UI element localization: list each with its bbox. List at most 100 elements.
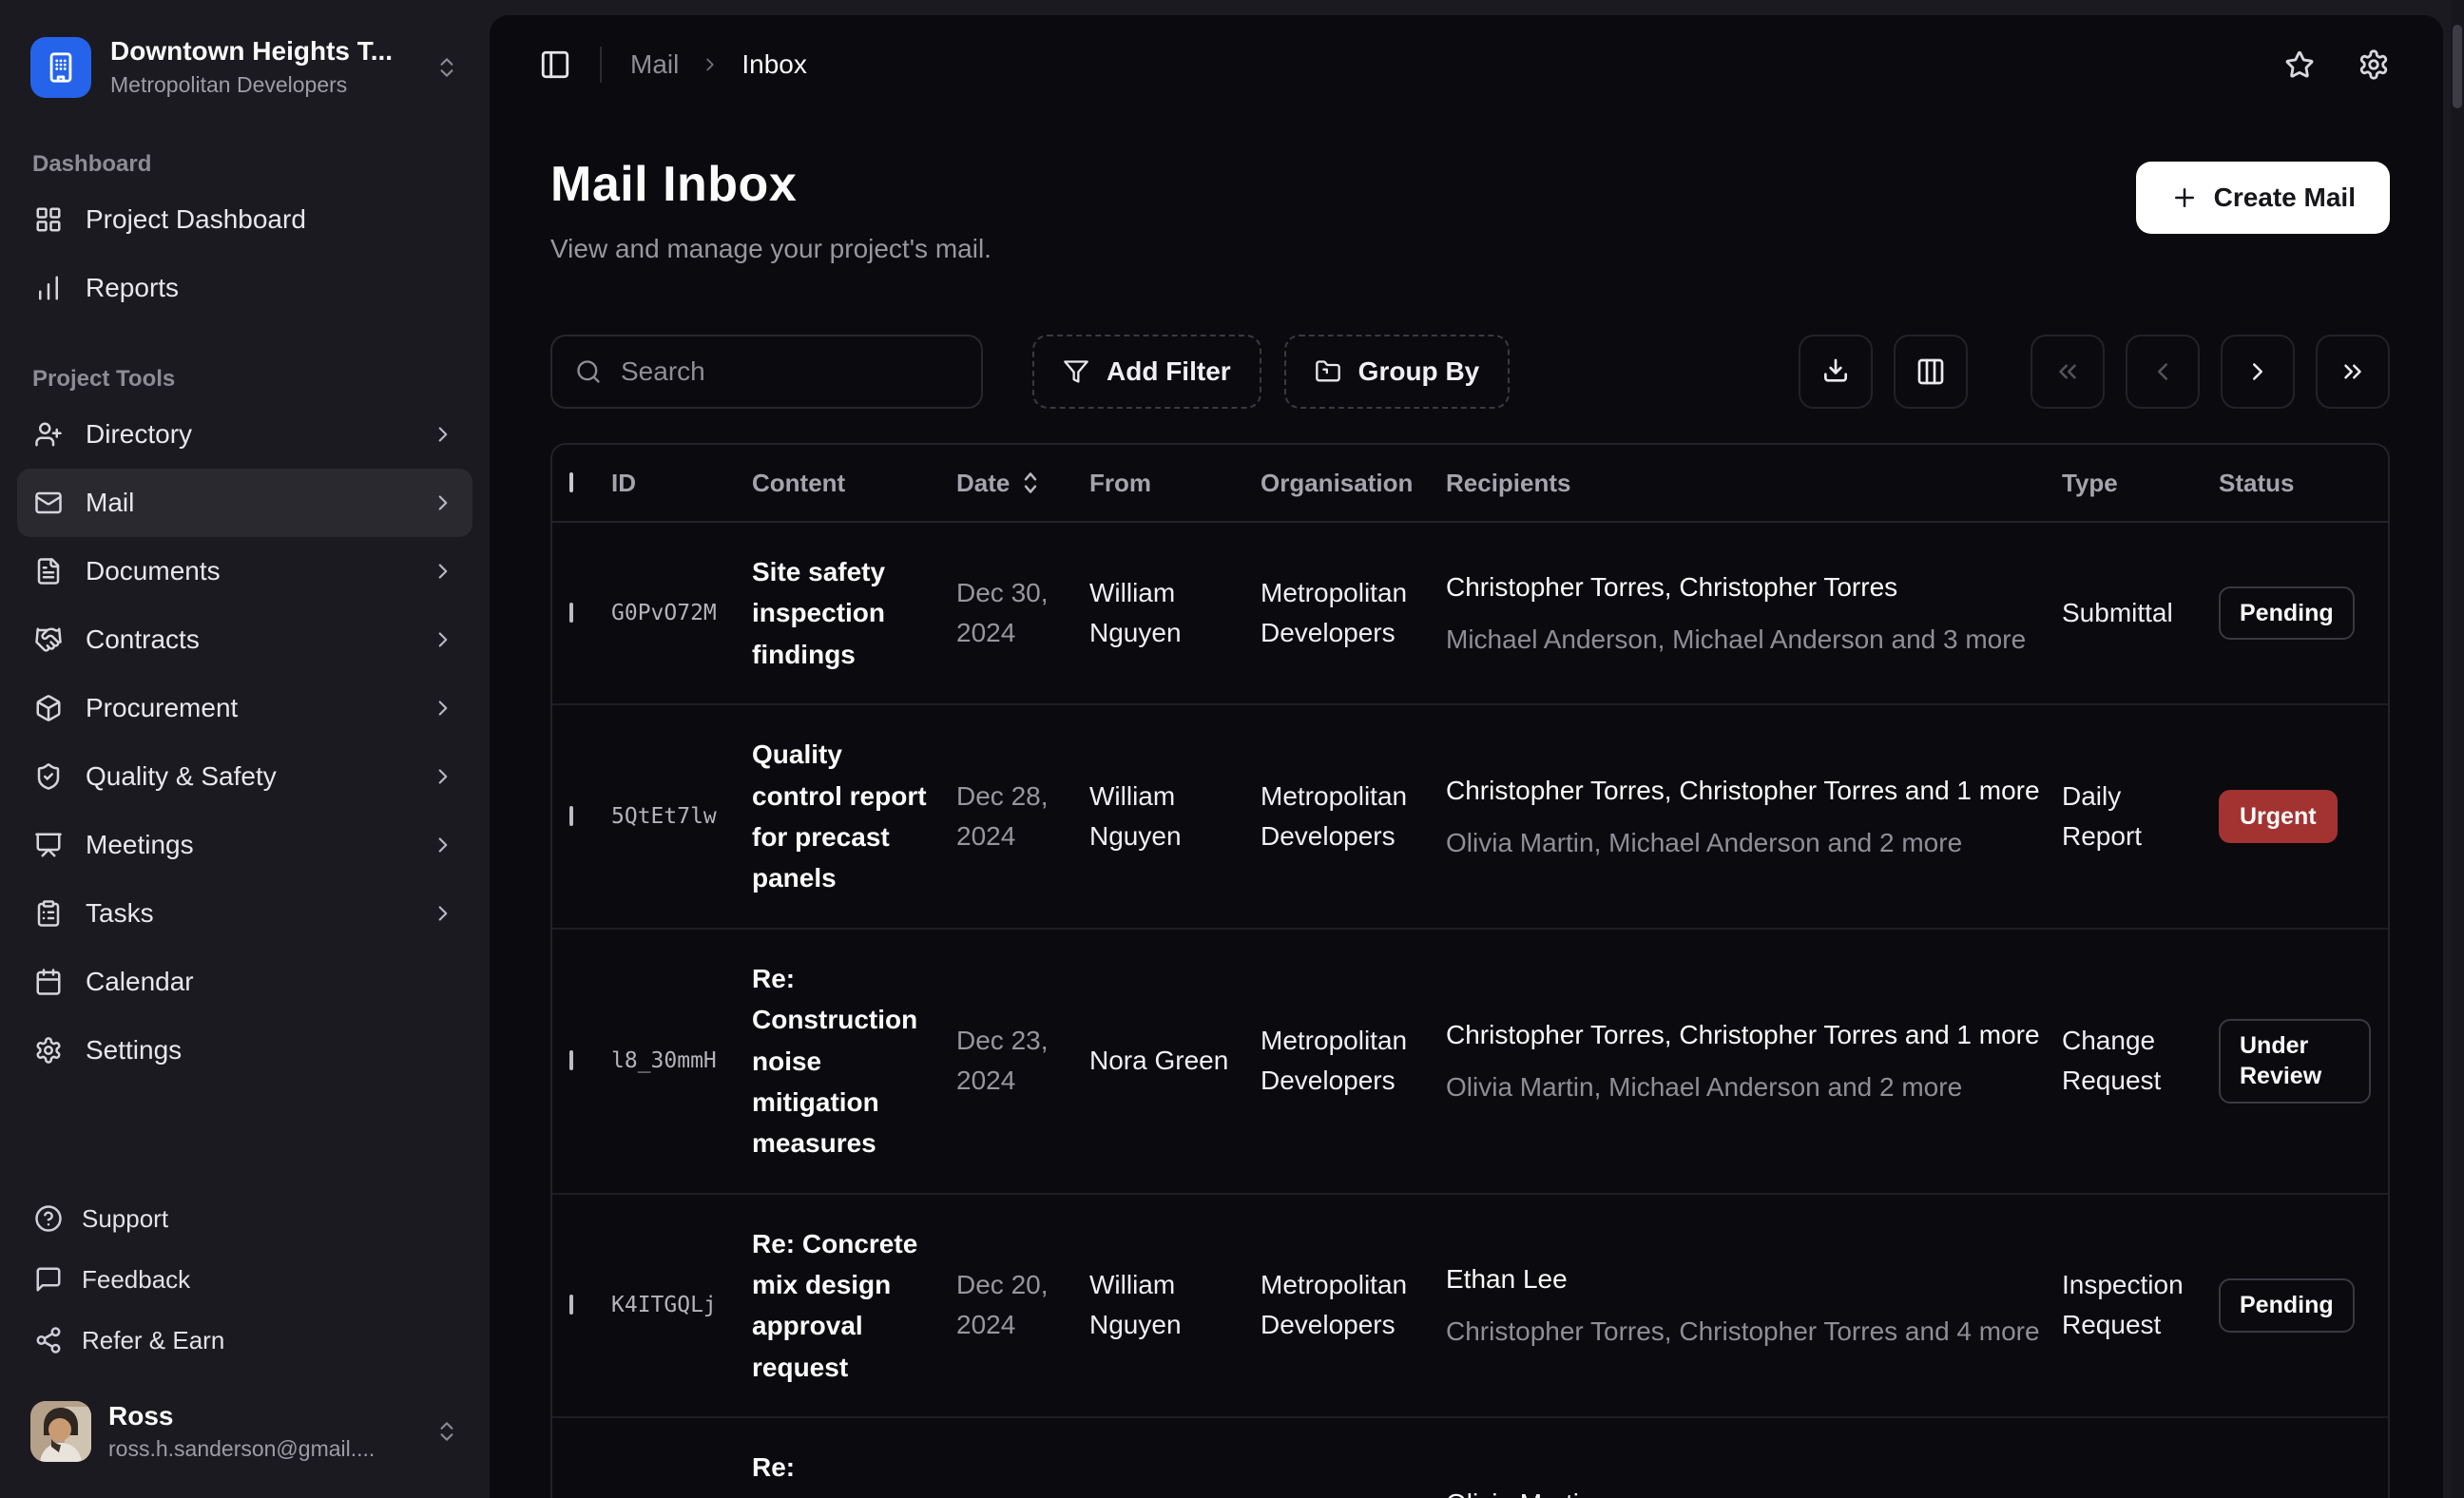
- chevron-right-icon: [431, 627, 455, 652]
- column-header-status[interactable]: Status: [2219, 469, 2388, 498]
- mail-content[interactable]: Re: Construction noise mitigation measur…: [752, 958, 956, 1164]
- sidebar-item-meetings[interactable]: Meetings: [17, 811, 472, 879]
- clipboard-list-icon: [34, 898, 65, 929]
- dashboard-grid-icon: [34, 204, 65, 235]
- user-menu[interactable]: Ross ross.h.sanderson@gmail....: [17, 1388, 472, 1475]
- next-page-button[interactable]: [2221, 335, 2295, 409]
- mail-content[interactable]: Quality control report for precast panel…: [752, 734, 956, 899]
- sidebar-item-documents[interactable]: Documents: [17, 537, 472, 605]
- column-header-type[interactable]: Type: [2062, 469, 2219, 498]
- row-checkbox[interactable]: [569, 603, 573, 623]
- first-page-button[interactable]: [2031, 335, 2105, 409]
- table-row[interactable]: K4ITGQLj Re: Concrete mix design approva…: [552, 1195, 2388, 1419]
- sidebar-item-refer-earn[interactable]: Refer & Earn: [17, 1310, 472, 1371]
- main-panel: Mail Inbox Mail Inbox View and manage yo…: [490, 15, 2443, 1498]
- column-header-organisation[interactable]: Organisation: [1261, 469, 1446, 498]
- chevron-right-icon: [700, 54, 721, 75]
- chevron-right-icon: [431, 764, 455, 789]
- status-badge: Urgent: [2219, 790, 2338, 844]
- breadcrumb-mail[interactable]: Mail: [630, 49, 679, 80]
- mail-content[interactable]: Re: Temporary power supply requirements: [752, 1447, 956, 1498]
- group-by-button[interactable]: Group By: [1284, 335, 1511, 409]
- mail-recipients: Christopher Torres, Christopher Torres a…: [1446, 1016, 2062, 1105]
- mail-from: William Nguyen: [1089, 777, 1261, 856]
- folder-icon: [1315, 358, 1341, 385]
- mail-organisation: Metropolitan Developers: [1261, 1021, 1446, 1101]
- toolbar: Add Filter Group By: [490, 264, 2443, 409]
- mail-content[interactable]: Site safety inspection findings: [752, 551, 956, 675]
- export-button[interactable]: [1799, 335, 1873, 409]
- recipients-primary: Christopher Torres, Christopher Torres: [1446, 568, 2045, 605]
- page-scrollbar[interactable]: [2451, 0, 2464, 1498]
- sort-icon[interactable]: [1021, 471, 1040, 495]
- sidebar-item-mail[interactable]: Mail: [17, 469, 472, 537]
- table-row[interactable]: 5QtEt7lw Quality control report for prec…: [552, 705, 2388, 930]
- recipients-primary: Olivia Martin: [1446, 1485, 2045, 1498]
- sidebar-item-reports[interactable]: Reports: [17, 254, 472, 322]
- table-row[interactable]: l8_30mmH Re: Construction noise mitigati…: [552, 930, 2388, 1195]
- column-header-id[interactable]: ID: [611, 469, 752, 498]
- mail-id: 5QtEt7lw: [611, 804, 752, 829]
- recipients-secondary: Olivia Martin, Michael Anderson and 2 mo…: [1446, 1068, 2045, 1105]
- mail-from: William Nguyen: [1089, 1265, 1261, 1345]
- search-icon: [575, 358, 602, 385]
- mail-id: l8_30mmH: [611, 1048, 752, 1073]
- chevron-right-icon: [431, 901, 455, 926]
- chevron-right-icon: [431, 833, 455, 857]
- bar-chart-icon: [34, 273, 65, 303]
- prev-page-button[interactable]: [2126, 335, 2200, 409]
- sidebar-item-calendar[interactable]: Calendar: [17, 948, 472, 1016]
- search-input[interactable]: [621, 356, 958, 387]
- status-badge: Pending: [2219, 1278, 2355, 1333]
- workspace-switcher[interactable]: Downtown Heights T... Metropolitan Devel…: [17, 27, 472, 107]
- breadcrumb-inbox: Inbox: [741, 49, 807, 80]
- add-filter-button[interactable]: Add Filter: [1032, 335, 1261, 409]
- page-subtitle: View and manage your project's mail.: [550, 234, 991, 264]
- mail-from: William Nguyen: [1089, 573, 1261, 653]
- row-checkbox[interactable]: [569, 1295, 573, 1315]
- table-body: G0PvO72M Site safety inspection findings…: [552, 523, 2388, 1498]
- sidebar-item-quality-safety[interactable]: Quality & Safety: [17, 742, 472, 811]
- status-badge: Pending: [2219, 586, 2355, 641]
- mail-recipients: Ethan Lee Christopher Torres, Christophe…: [1446, 1260, 2062, 1350]
- row-checkbox[interactable]: [569, 806, 573, 826]
- mail-recipients: Christopher Torres, Christopher Torres a…: [1446, 772, 2062, 861]
- column-header-from[interactable]: From: [1089, 469, 1261, 498]
- create-mail-button[interactable]: Create Mail: [2136, 162, 2390, 234]
- row-checkbox[interactable]: [569, 1050, 573, 1070]
- gear-icon[interactable]: [2358, 48, 2390, 81]
- mail-id: G0PvO72M: [611, 601, 752, 625]
- columns-button[interactable]: [1894, 335, 1968, 409]
- sidebar-item-project-dashboard[interactable]: Project Dashboard: [17, 185, 472, 254]
- pagination: [2031, 335, 2390, 409]
- mail-organisation: Metropolitan Developers: [1261, 573, 1446, 653]
- search-box[interactable]: [550, 335, 983, 409]
- select-all-checkbox[interactable]: [569, 472, 573, 492]
- star-icon[interactable]: [2283, 48, 2316, 81]
- chevron-left-icon: [2148, 357, 2177, 386]
- recipients-secondary: Christopher Torres, Christopher Torres a…: [1446, 1313, 2045, 1350]
- handshake-icon: [34, 624, 65, 655]
- table-row[interactable]: G0PvO72M Site safety inspection findings…: [552, 523, 2388, 705]
- mail-date: Dec 23, 2024: [956, 1021, 1089, 1101]
- sidebar-item-tasks[interactable]: Tasks: [17, 879, 472, 948]
- sidebar-item-directory[interactable]: Directory: [17, 400, 472, 469]
- sidebar-item-feedback[interactable]: Feedback: [17, 1249, 472, 1310]
- funnel-icon: [1063, 358, 1089, 385]
- sidebar-item-contracts[interactable]: Contracts: [17, 605, 472, 674]
- column-header-recipients[interactable]: Recipients: [1446, 469, 2062, 498]
- column-header-content[interactable]: Content: [752, 469, 956, 498]
- table-row[interactable]: F9s3S3cH Re: Temporary power supply requ…: [552, 1418, 2388, 1498]
- sidebar-item-support[interactable]: Support: [17, 1188, 472, 1249]
- chevrons-left-icon: [2053, 357, 2082, 386]
- sidebar-item-procurement[interactable]: Procurement: [17, 674, 472, 742]
- sidebar-item-settings[interactable]: Settings: [17, 1016, 472, 1085]
- last-page-button[interactable]: [2316, 335, 2390, 409]
- plus-icon: [2170, 183, 2199, 212]
- sidebar-toggle-icon[interactable]: [539, 48, 571, 81]
- column-header-date[interactable]: Date: [956, 469, 1089, 498]
- mail-content[interactable]: Re: Concrete mix design approval request: [752, 1223, 956, 1389]
- status-badge: Under Review: [2219, 1019, 2371, 1104]
- scrollbar-thumb[interactable]: [2453, 25, 2462, 108]
- page-header: Mail Inbox View and manage your project'…: [490, 114, 2443, 264]
